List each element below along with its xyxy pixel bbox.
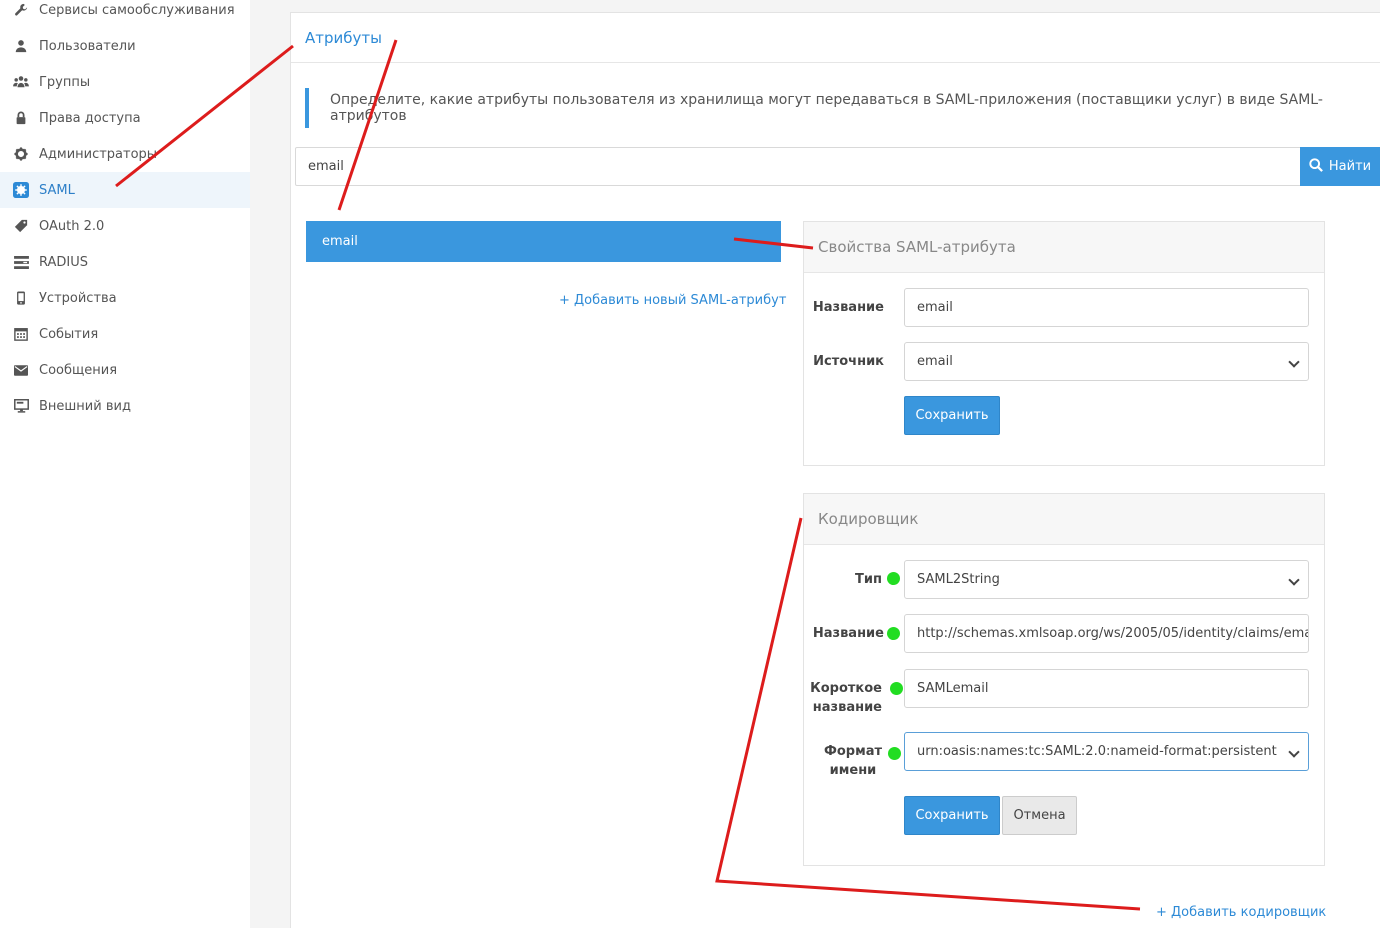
annotation-line-attributes [337, 39, 398, 211]
annotation-line-properties [733, 237, 814, 250]
annotation-lines [115, 39, 1141, 911]
annotation-line-saml [115, 44, 294, 188]
annotation-line-encoder [715, 517, 1141, 911]
